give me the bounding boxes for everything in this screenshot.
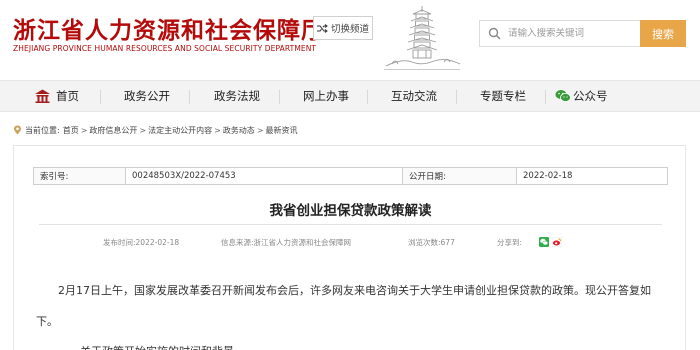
site-title[interactable]: 浙江省人力资源和社会保障厅 xyxy=(13,11,325,45)
nav-item-regulations[interactable]: 政务法规 xyxy=(214,81,260,111)
share-label: 分享到: xyxy=(497,237,523,247)
breadcrumb: 当前位置: 首页 > 政府信息公开 > 法定主动公开内容 > 政务动态 > 最新… xyxy=(13,124,298,136)
nav-label: 专题专栏 xyxy=(480,89,526,103)
wechat-icon xyxy=(555,90,571,102)
search-box xyxy=(479,20,640,47)
share-weibo-icon[interactable] xyxy=(552,237,563,247)
nav-divider xyxy=(100,90,101,104)
nav-label-home: 首页 xyxy=(56,89,79,103)
search-icon xyxy=(480,27,508,40)
nav-label: 公众号 xyxy=(573,89,608,103)
index-value: 00248503X/2022-07453 xyxy=(126,168,403,184)
nav-item-online-services[interactable]: 网上办事 xyxy=(303,81,349,111)
switch-channel-label: 切换频道 xyxy=(330,24,369,35)
nav-item-home[interactable]: 首页 xyxy=(34,81,79,111)
breadcrumb-separator: > xyxy=(214,125,221,135)
nav-item-government-affairs[interactable]: 政务公开 xyxy=(124,81,170,111)
nav-divider xyxy=(279,90,280,104)
section-heading: 一、关于政策开始实施的时间和背景 xyxy=(36,338,676,350)
breadcrumb-item[interactable]: 最新资讯 xyxy=(266,125,298,136)
nav-item-special-topics[interactable]: 专题专栏 xyxy=(480,81,526,111)
date-value: 2022-02-18 xyxy=(523,171,573,181)
breadcrumb-item[interactable]: 政务动态 xyxy=(223,125,255,136)
switch-channel-button[interactable]: 切换频道 xyxy=(313,16,373,40)
paragraph-line: 下。 xyxy=(36,315,58,328)
search-button[interactable]: 搜索 xyxy=(640,20,686,47)
nav-item-interaction[interactable]: 互动交流 xyxy=(391,81,437,111)
nav-divider xyxy=(189,90,190,104)
pagoda-illustration xyxy=(384,6,461,70)
view-count: 浏览次数:677 xyxy=(408,237,455,247)
share-wechat-icon[interactable] xyxy=(539,237,550,247)
share-bar: 分享到: xyxy=(497,236,563,248)
nav-label: 政务法规 xyxy=(214,89,260,103)
index-label: 索引号: xyxy=(34,168,126,184)
breadcrumb-item[interactable]: 法定主动公开内容 xyxy=(148,125,212,136)
nav-label: 网上办事 xyxy=(303,89,349,103)
paragraph-line: 2月17日上午，国家发展改革委召开新闻发布会后，许多网友来电咨询关于大学生申请创… xyxy=(58,284,651,297)
nav-label: 互动交流 xyxy=(391,89,437,103)
breadcrumb-item[interactable]: 首页 xyxy=(63,125,79,136)
article-container: 索引号: 00248503X/2022-07453 公开日期: 2022-02-… xyxy=(13,145,686,350)
location-pin-icon xyxy=(14,125,21,135)
nav-divider xyxy=(545,90,546,104)
info-source: 信息来源:浙江省人力资源和社会保障网 xyxy=(221,237,352,247)
breadcrumb-separator: > xyxy=(256,125,264,135)
meta-table: 索引号: 00248503X/2022-07453 公开日期: 2022-02-… xyxy=(33,167,668,185)
nav-divider xyxy=(367,90,368,104)
publish-time: 发布时间:2022-02-18 xyxy=(103,237,180,247)
article-title: 我省创业担保贷款政策解读 xyxy=(269,203,432,219)
shuffle-icon xyxy=(316,23,328,33)
breadcrumb-separator: > xyxy=(139,125,147,135)
main-nav: 首页 政务公开 政务法规 网上办事 互动交流 专题专栏 公众号 xyxy=(0,80,700,112)
nav-label: 政务公开 xyxy=(124,89,170,103)
search-input[interactable] xyxy=(508,28,633,39)
nav-item-wechat[interactable]: 公众号 xyxy=(555,81,608,111)
title-divider xyxy=(39,224,662,225)
breadcrumb-separator: > xyxy=(80,125,88,135)
date-label: 公开日期: xyxy=(403,168,517,184)
nav-divider xyxy=(456,90,457,104)
breadcrumb-prefix: 当前位置: xyxy=(25,125,60,135)
site-title-en: ZHEJIANG PROVINCE HUMAN RESOURCES AND SO… xyxy=(13,44,317,53)
home-icon xyxy=(35,89,50,103)
breadcrumb-item[interactable]: 政府信息公开 xyxy=(89,125,137,136)
site-header: 浙江省人力资源和社会保障厅 ZHEJIANG PROVINCE HUMAN RE… xyxy=(0,0,700,74)
